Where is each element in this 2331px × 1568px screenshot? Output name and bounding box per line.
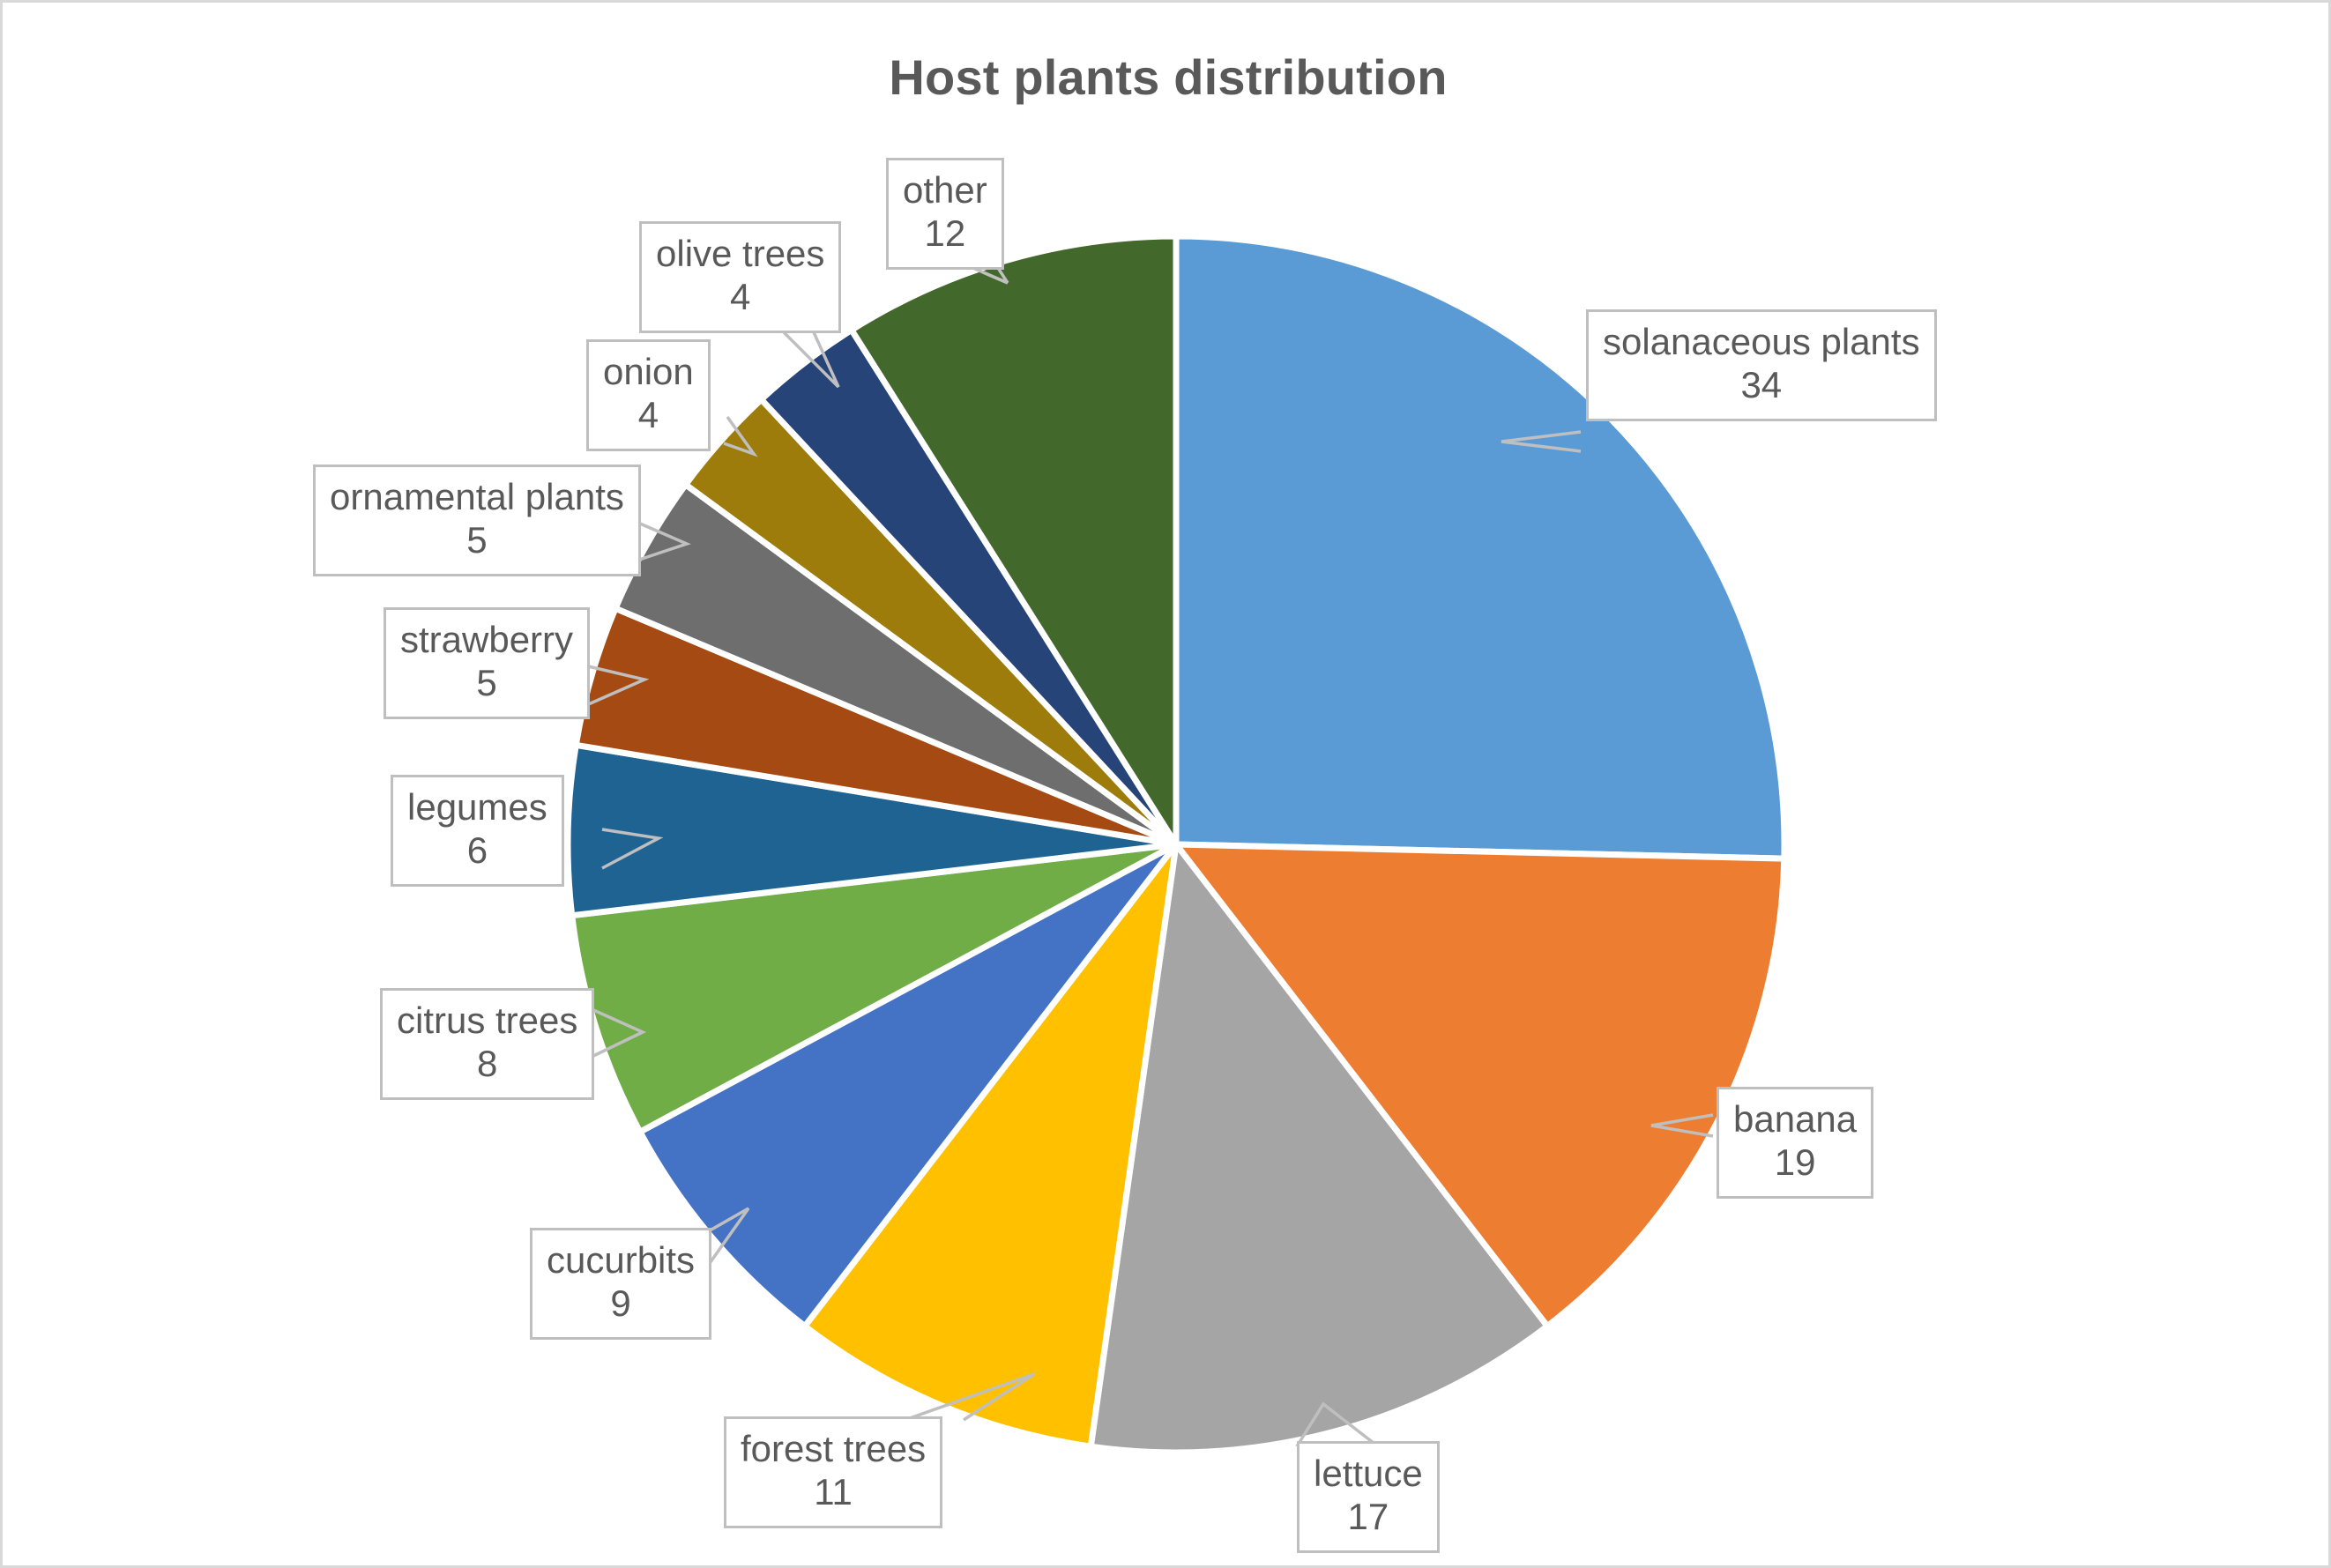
data-label-value: 4 — [637, 393, 659, 435]
data-label-name: olive trees — [656, 233, 825, 274]
data-label-legumes[interactable]: legumes 6 — [391, 775, 564, 888]
data-label-lettuce[interactable]: lettuce 17 — [1297, 1441, 1440, 1554]
data-label-citrus-trees[interactable]: citrus trees 8 — [380, 988, 595, 1101]
data-label-banana[interactable]: banana 19 — [1717, 1087, 1874, 1200]
data-label-name: forest trees — [741, 1428, 927, 1469]
data-label-ornamental-plants[interactable]: ornamental plants 5 — [313, 464, 641, 577]
data-label-value: 6 — [466, 829, 488, 871]
data-label-solanaceous-plants[interactable]: solanaceous plants 34 — [1586, 309, 1937, 422]
data-label-value: 12 — [924, 212, 966, 254]
data-label-onion[interactable]: onion 4 — [586, 339, 711, 452]
data-label-other[interactable]: other 12 — [886, 158, 1004, 271]
data-label-cucurbits[interactable]: cucurbits 9 — [530, 1228, 712, 1341]
data-label-name: solanaceous plants — [1603, 321, 1920, 362]
data-label-value: 8 — [477, 1042, 498, 1084]
data-label-name: lettuce — [1314, 1453, 1423, 1494]
data-label-olive-trees[interactable]: olive trees 4 — [639, 221, 842, 334]
data-label-name: banana — [1733, 1098, 1858, 1140]
data-label-name: citrus trees — [397, 1000, 578, 1041]
data-label-value: 4 — [730, 275, 751, 317]
data-label-name: strawberry — [400, 619, 574, 660]
data-label-strawberry[interactable]: strawberry 5 — [384, 607, 591, 720]
data-label-value: 5 — [476, 661, 497, 703]
data-label-name: cucurbits — [547, 1239, 696, 1281]
data-label-name: onion — [603, 351, 694, 392]
pie-chart — [564, 233, 1788, 1456]
data-label-value: 11 — [814, 1470, 853, 1512]
data-label-value: 9 — [610, 1282, 631, 1324]
data-label-value: 34 — [1740, 363, 1783, 405]
chart-frame: Host plants distribution solanaceous pla… — [0, 0, 2331, 1568]
data-label-name: other — [903, 169, 987, 211]
data-label-value: 19 — [1774, 1141, 1816, 1183]
data-label-value: 5 — [466, 518, 488, 561]
data-label-name: ornamental plants — [330, 476, 624, 517]
data-label-forest-trees[interactable]: forest trees 11 — [724, 1416, 943, 1529]
data-label-value: 17 — [1347, 1495, 1389, 1537]
data-label-name: legumes — [407, 786, 547, 828]
